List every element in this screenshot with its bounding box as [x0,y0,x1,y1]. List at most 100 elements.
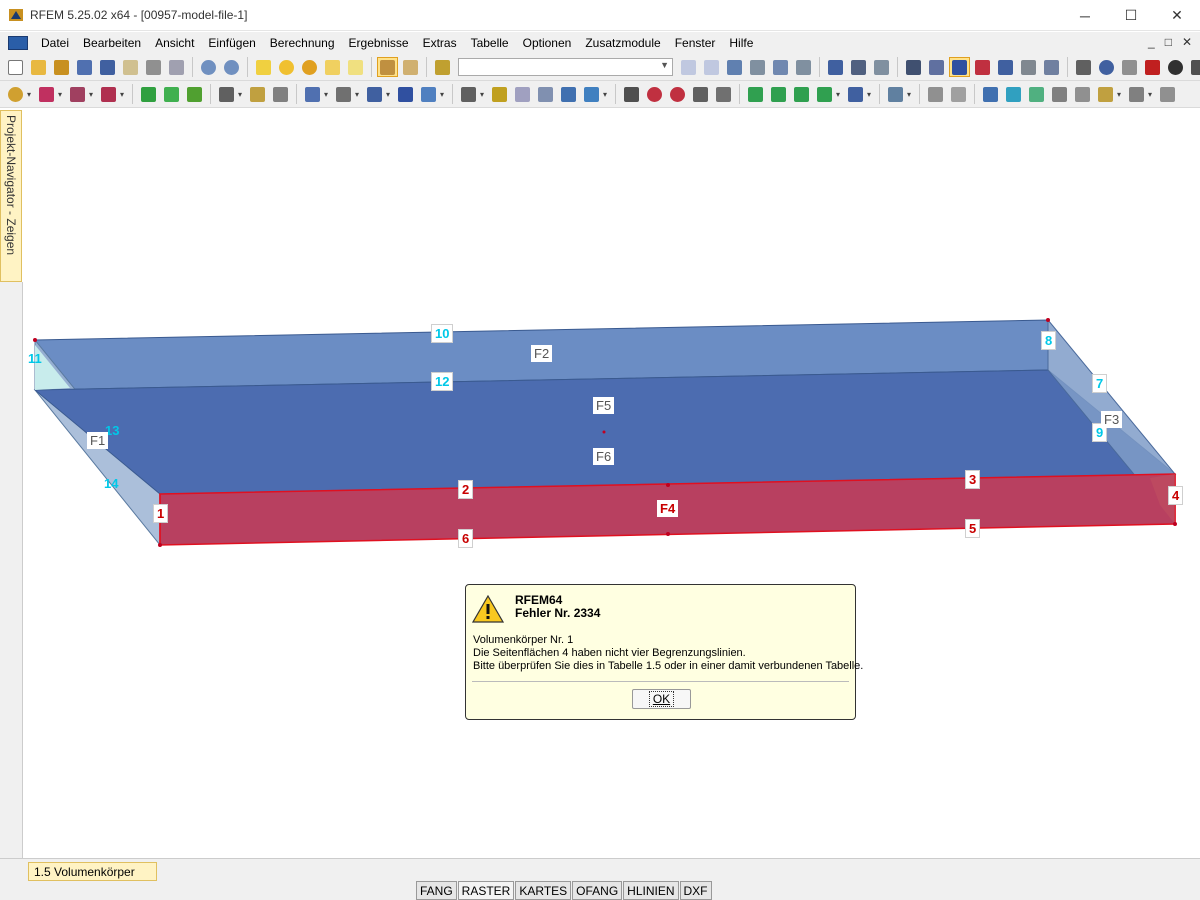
section-icon[interactable] [1096,57,1117,77]
erase-icon[interactable] [948,84,969,104]
mdi-restore-button[interactable]: □ [1165,35,1172,49]
document-icon[interactable] [8,36,28,50]
dimension-icon[interactable] [247,84,268,104]
model-3d-view[interactable] [24,108,1200,858]
line-icon[interactable] [1072,84,1093,104]
mirror-icon[interactable] [1119,57,1140,77]
mdi-minimize-button[interactable]: _ [1148,35,1155,49]
node-point[interactable] [33,338,37,342]
node-point[interactable] [666,532,670,536]
node-icon[interactable] [1073,57,1094,77]
menu-optionen[interactable]: Optionen [516,36,579,50]
support-icon[interactable] [138,84,159,104]
display-icon[interactable] [885,84,906,104]
results-eye-icon[interactable] [770,57,791,77]
status-ofang-button[interactable]: OFANG [572,881,623,900]
member-end-icon[interactable] [216,84,237,104]
snap-icon[interactable] [1095,84,1116,104]
dropdown-arrow-icon[interactable]: ▾ [120,90,128,99]
calculate-icon[interactable] [621,84,642,104]
load-surface-icon[interactable] [558,84,579,104]
view-minus-x-icon[interactable] [814,84,835,104]
load-member-icon[interactable] [535,84,556,104]
node-point[interactable] [1046,318,1050,322]
table-view-icon[interactable] [377,57,398,77]
surface-label-f2[interactable]: F2 [531,345,553,362]
node-point[interactable] [158,543,162,547]
status-raster-button[interactable]: RASTER [457,881,515,900]
move-icon[interactable] [972,57,993,77]
section-cut-icon[interactable] [980,84,1001,104]
dropdown-arrow-icon[interactable]: ▾ [58,90,66,99]
save-icon[interactable] [97,57,118,77]
surface-label-f4[interactable]: F4 [657,500,679,517]
menu-fenster[interactable]: Fenster [668,36,723,50]
new-line-icon[interactable] [36,84,57,104]
view-3d-icon[interactable] [949,57,970,77]
info-icon[interactable] [1165,57,1186,77]
zoom-out-icon[interactable] [667,84,688,104]
open-model-icon[interactable] [51,57,72,77]
status-kartes-button[interactable]: KARTES [515,881,572,900]
load-line-icon[interactable] [512,84,533,104]
menu-ergebnisse[interactable]: Ergebnisse [342,36,416,50]
values-off-icon[interactable] [793,57,814,77]
open-folder-icon[interactable] [28,57,49,77]
node-point[interactable] [666,483,670,487]
load-case-select[interactable]: ▼ [458,58,673,76]
minimize-button[interactable]: ─ [1062,0,1108,31]
table-tab-volumenkoerper[interactable]: 1.5 Volumenkörper [28,862,157,881]
frame-icon[interactable] [270,84,291,104]
target-icon[interactable] [299,57,320,77]
model-viewport[interactable]: 10 11 8 12 7 13 9 14 2 3 1 4 6 5 F2 F5 F… [24,108,1200,858]
set-of-members-icon[interactable] [418,84,439,104]
dropdown-arrow-icon[interactable]: ▾ [1117,90,1125,99]
values-icon[interactable] [747,57,768,77]
deformation-icon[interactable] [825,57,846,77]
previous-icon[interactable] [678,57,699,77]
line-label-8[interactable]: 8 [1041,331,1057,350]
line-label-14[interactable]: 14 [101,475,121,492]
undo-icon[interactable] [198,57,219,77]
dropdown-arrow-icon[interactable]: ▾ [480,90,488,99]
delete-icon[interactable] [1142,57,1163,77]
next-icon[interactable] [701,57,722,77]
dropdown-arrow-icon[interactable]: ▾ [907,90,915,99]
search-icon[interactable] [276,57,297,77]
line-label-10[interactable]: 10 [431,324,454,343]
menu-tabelle[interactable]: Tabelle [464,36,516,50]
line-label-12[interactable]: 12 [431,372,454,391]
redo-icon[interactable] [221,57,242,77]
new-file-icon[interactable] [5,57,26,77]
menu-zusatzmodule[interactable]: Zusatzmodule [578,36,667,50]
view-mode-icon[interactable] [845,84,866,104]
guide-icon[interactable] [1126,84,1147,104]
node-point[interactable] [602,430,606,434]
dropdown-arrow-icon[interactable]: ▾ [1148,90,1156,99]
close-button[interactable]: ✕ [1154,0,1200,31]
coordinate-icon[interactable] [1049,84,1070,104]
grid-icon[interactable] [1018,57,1039,77]
ruler-icon[interactable] [871,57,892,77]
view-x-icon[interactable] [745,84,766,104]
menu-bearbeiten[interactable]: Bearbeiten [76,36,148,50]
model-icon[interactable] [74,57,95,77]
select-icon[interactable] [322,57,343,77]
zoom-icon[interactable] [644,84,665,104]
status-fang-button[interactable]: FANG [416,881,457,900]
project-navigator-tab[interactable]: Projekt-Navigator - Zeigen [0,110,22,282]
mesh-icon[interactable] [926,57,947,77]
iso-view-icon[interactable] [690,84,711,104]
dropdown-arrow-icon[interactable]: ▾ [89,90,97,99]
mdi-close-button[interactable]: ✕ [1182,35,1192,49]
ok-button[interactable]: OK [632,689,691,709]
menu-hilfe[interactable]: Hilfe [722,36,760,50]
dropdown-arrow-icon[interactable]: ▾ [324,90,332,99]
node-point[interactable] [1173,522,1177,526]
menu-einfuegen[interactable]: Einfügen [201,36,262,50]
line-label-5[interactable]: 5 [965,519,981,538]
axis-icon[interactable] [995,57,1016,77]
view-box-icon[interactable] [713,84,734,104]
rotate-icon[interactable] [1041,57,1062,77]
line-label-7[interactable]: 7 [1092,374,1108,393]
